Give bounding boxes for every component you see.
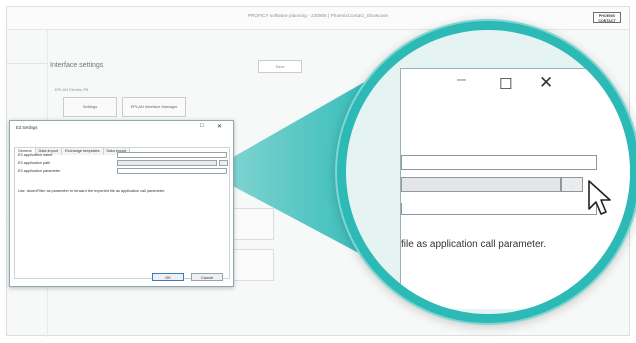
dialog-title: E3 Settings — [16, 125, 38, 130]
browse-button[interactable] — [219, 160, 228, 166]
mouse-cursor-icon — [588, 180, 611, 215]
app-parameter-field[interactable] — [117, 168, 227, 174]
app-path-label: E3 application path — [18, 161, 51, 165]
dialog-body: E3 application name E3 application path … — [14, 147, 230, 279]
zoomed-browse-button[interactable]: ... — [561, 177, 583, 192]
app-path-field[interactable] — [117, 160, 217, 166]
app-name-label: E3 application name — [18, 153, 53, 157]
close-icon[interactable]: ✕ — [217, 123, 222, 130]
zoomed-app-path-field[interactable] — [401, 177, 561, 192]
tab-bar: General Data import Exchange templates Data… — [14, 139, 131, 155]
minimize-icon[interactable]: – — [457, 71, 466, 89]
zoomed-app-name-field[interactable] — [401, 155, 597, 170]
magnifier-lens: – ☐ ✕ ... file as application call param… — [346, 30, 630, 314]
app-name-field[interactable] — [117, 152, 227, 158]
minimize-icon[interactable]: □ — [200, 123, 204, 129]
cancel-button[interactable]: Cancel — [191, 273, 223, 281]
close-icon[interactable]: ✕ — [539, 73, 553, 93]
ok-button[interactable]: OK — [152, 273, 184, 281]
zoomed-app-parameter-field[interactable] — [401, 203, 597, 215]
parameter-hint: Use .dsoexFilter as parameter to forward… — [18, 189, 166, 193]
e3-settings-dialog: E3 Settings □ ✕ General Data import Exchan… — [9, 120, 234, 287]
beam-shape — [212, 80, 368, 258]
zoomed-hint: file as application call parameter. — [401, 239, 547, 250]
zoomed-dialog: – ☐ ✕ ... file as application call param… — [400, 68, 630, 309]
app-parameter-label: E3 application parameter — [18, 169, 61, 173]
maximize-icon[interactable]: ☐ — [499, 75, 512, 93]
